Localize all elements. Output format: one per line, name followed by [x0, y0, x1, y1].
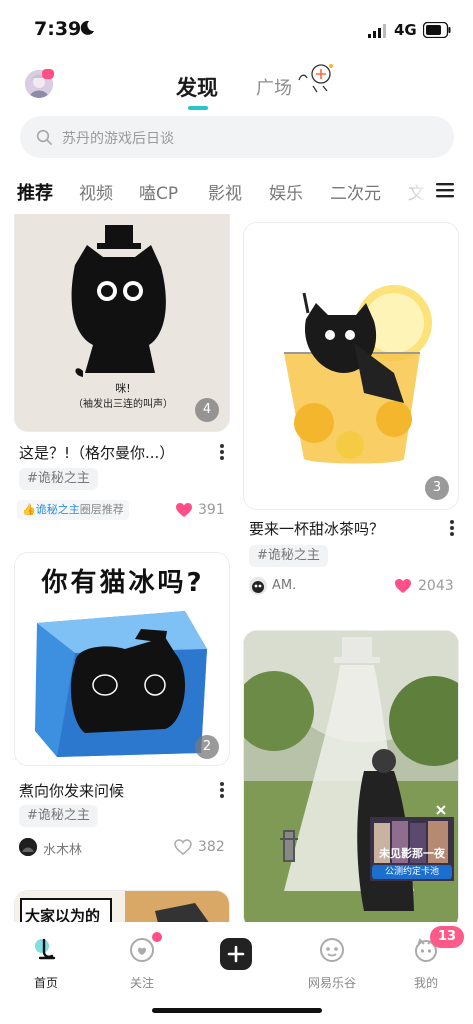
signal-icon	[368, 24, 386, 38]
post-image[interactable]: 3	[243, 222, 459, 510]
author-avatar[interactable]	[249, 577, 267, 595]
image-caption-line2: （袖发出三连的叫声）	[73, 397, 173, 410]
image-headline: 你有猫冰吗?	[40, 568, 204, 598]
follow-icon	[130, 938, 154, 962]
image-headline: 大家以为的	[25, 907, 100, 922]
heart-badge-icon	[42, 69, 54, 79]
category-tab-video[interactable]: 视频	[79, 179, 113, 204]
category-tab-cp[interactable]: 嗑CP	[139, 179, 178, 204]
more-icon[interactable]	[219, 443, 225, 461]
search-icon	[36, 129, 52, 145]
tab-indicator	[188, 106, 208, 110]
image-caption-line1: 咪!	[115, 382, 130, 395]
comic-illustration: 大家以为的	[15, 891, 229, 922]
post-title[interactable]: 煮向你发来问候	[19, 780, 124, 801]
more-icon[interactable]	[219, 781, 225, 799]
post-tag[interactable]: #诡秘之主	[19, 805, 98, 827]
category-tab-recommend[interactable]: 推荐	[17, 179, 53, 205]
sparkle-decoration-icon	[298, 64, 333, 93]
close-icon[interactable]	[436, 805, 446, 815]
author-name[interactable]: AM.	[272, 578, 296, 593]
tab-discover[interactable]: 发现	[176, 72, 218, 102]
iced-tea-cat-illustration	[244, 223, 458, 509]
post-image[interactable]: 未见影那一夜 公测约定卡池	[243, 630, 459, 922]
plus-icon	[227, 945, 245, 963]
cat-ice-cube-illustration: 你有猫冰吗?	[15, 553, 229, 765]
nav-follow-label: 关注	[129, 976, 154, 990]
network-type: 4G	[394, 21, 417, 39]
nav-follow[interactable]: 关注	[112, 930, 172, 990]
menu-icon[interactable]	[436, 182, 454, 198]
category-tab-anime[interactable]: 二次元	[330, 179, 381, 204]
home-indicator	[152, 1008, 322, 1013]
circle-recommend-label[interactable]: 👍诡秘之主圈层推荐	[17, 500, 129, 520]
nav-mine-label: 我的	[413, 976, 438, 990]
feed: 咪! （袖发出三连的叫声） 4 这是？!（格尔曼你...） #诡秘之主 👍诡秘之…	[0, 214, 473, 922]
follow-notification-dot	[152, 932, 162, 942]
category-tab-entertainment[interactable]: 娱乐	[269, 179, 303, 204]
post-tag[interactable]: #诡秘之主	[19, 468, 98, 490]
more-icon[interactable]	[449, 519, 455, 537]
mine-notification-badge: 13	[430, 926, 464, 948]
nav-home-label: 首页	[33, 976, 58, 990]
like-count: 382	[198, 839, 225, 855]
search-bar[interactable]: 苏丹的游戏后日谈	[20, 116, 454, 158]
music-valley-icon	[320, 938, 344, 962]
post-title[interactable]: 这是？!（格尔曼你...）	[19, 442, 174, 463]
nav-music-valley-label: 网易乐谷	[307, 976, 356, 990]
moon-icon	[80, 20, 94, 35]
category-tabs: 推荐 视频 嗑CP 影视 娱乐 二次元 文	[0, 172, 430, 212]
post-title[interactable]: 要来一杯甜冰茶吗？	[249, 518, 384, 539]
status-time: 7:39	[34, 18, 82, 40]
tab-square[interactable]: 广场	[256, 74, 292, 100]
like-count: 391	[198, 502, 225, 518]
create-post-button[interactable]	[220, 938, 252, 970]
post-image[interactable]: 大家以为的	[14, 890, 230, 922]
black-cat-illustration: 咪! （袖发出三连的叫声）	[15, 214, 229, 431]
search-input[interactable]: 苏丹的游戏后日谈	[62, 128, 174, 148]
image-count-badge: 4	[195, 398, 219, 422]
status-bar: 7:39 4G	[0, 0, 473, 58]
post-tag[interactable]: #诡秘之主	[249, 545, 328, 567]
heart-outline-icon[interactable]	[174, 839, 192, 855]
nav-home[interactable]: 首页	[16, 930, 76, 990]
author-avatar[interactable]	[19, 838, 37, 856]
like-count: 2043	[418, 578, 454, 594]
circle-suffix: 圈层推荐	[79, 503, 124, 516]
author-name[interactable]: 水木林	[43, 839, 82, 858]
battery-icon	[423, 22, 451, 38]
nav-music-valley[interactable]: 网易乐谷	[302, 930, 362, 990]
post-image[interactable]: 咪! （袖发出三连的叫声） 4	[14, 214, 230, 432]
category-tab-film[interactable]: 影视	[208, 179, 242, 204]
home-icon	[35, 938, 56, 960]
image-count-badge: 3	[425, 476, 449, 500]
image-count-badge: 2	[195, 735, 219, 759]
circle-name: 诡秘之主	[35, 503, 80, 516]
post-image[interactable]: 你有猫冰吗? 2	[14, 552, 230, 766]
heart-filled-icon[interactable]	[394, 578, 412, 594]
heart-filled-icon[interactable]	[175, 502, 193, 518]
category-fade	[380, 172, 430, 212]
ad-title: 未见影那一夜	[379, 847, 445, 860]
thumbs-up-icon: 👍	[22, 503, 36, 516]
ad-thumbnail[interactable]: 未见影那一夜 公测约定卡池	[370, 817, 454, 881]
ad-caption: 公测约定卡池	[372, 865, 452, 879]
